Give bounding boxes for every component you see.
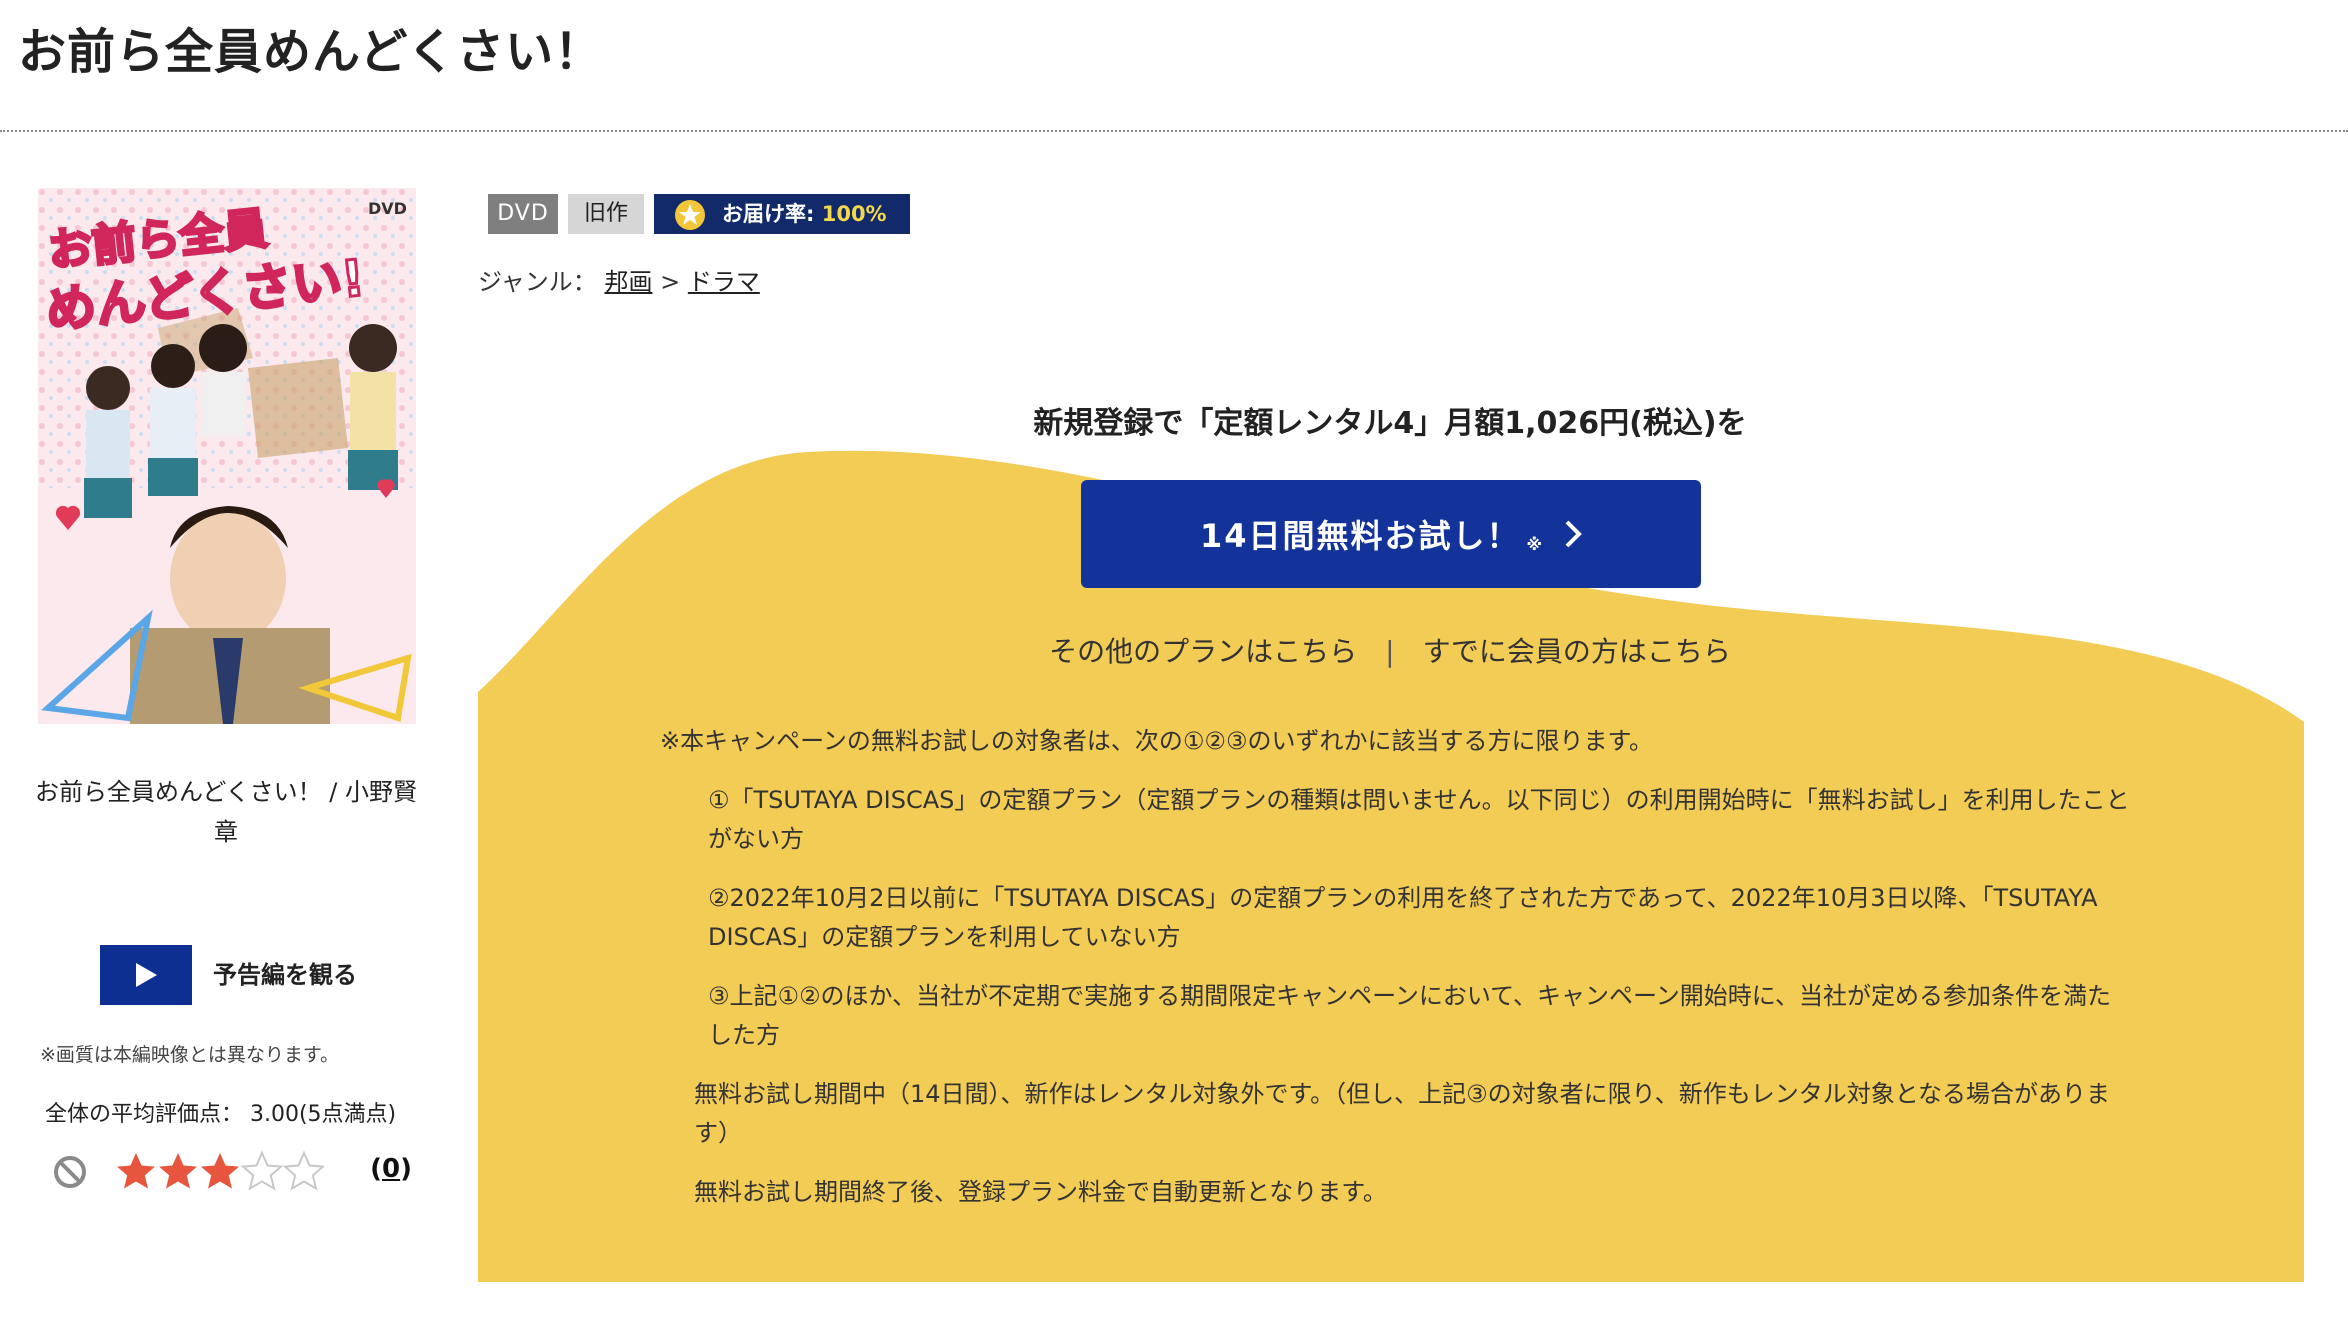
average-rating-text: 全体の平均評価点： 3.00(5点満点) <box>45 1102 397 1127</box>
promo-headline: 新規登録で「定額レンタル4」月額1,026円(税込)を <box>1033 406 1747 441</box>
delivery-rate-badge: お届け率: 100% <box>654 194 910 234</box>
dvd-cover-image[interactable]: お前ら全員 めんどくさい! DVD <box>38 188 416 724</box>
page-title: お前ら全員めんどくさい！ <box>18 24 604 80</box>
note-item-3: ③上記①②のほか、当社が不定期で実施する期間限定キャンペーンにおいて、キャンペー… <box>708 982 2112 1049</box>
existing-member-link[interactable]: すでに会員の方はこちら <box>1423 635 1731 668</box>
star-rating[interactable] <box>114 1150 324 1194</box>
quality-note: ※画質は本編映像とは異なります。 <box>40 1044 340 1066</box>
note-item-2: ②2022年10月2日以前に「TSUTAYA DISCAS」の定額プランの利用を… <box>708 884 2098 951</box>
free-trial-label: 14日間無料お試し！ <box>1199 517 1521 555</box>
genre-breadcrumb: ジャンル： 邦画 > ドラマ <box>478 262 760 297</box>
cover-caption: お前ら全員めんどくさい！ / 小野賢章 <box>35 778 417 846</box>
campaign-notes: ※本キャンペーンの無料お試しの対象者は、次の①②③のいずれかに該当する方に限りま… <box>660 722 2130 1232</box>
note-trial-period: 無料お試し期間中（14日間）、新作はレンタル対象外です。（但し、上記③の対象者に… <box>694 1080 2110 1147</box>
trailer-play-button[interactable] <box>100 945 192 1005</box>
cover-dvd-mark: DVD <box>368 199 407 218</box>
genre-link-drama[interactable]: ドラマ <box>688 268 760 296</box>
review-count-value[interactable]: 0 <box>382 1154 400 1184</box>
star-2-icon <box>159 1153 197 1189</box>
title-divider <box>0 130 2348 132</box>
note-item-1: ①「TSUTAYA DISCAS」の定額プラン（定額プランの種類は問いません。以… <box>708 786 2130 853</box>
genre-separator: > <box>660 268 681 296</box>
notes-heading: ※本キャンペーンの無料お試しの対象者は、次の①②③のいずれかに該当する方に限りま… <box>660 727 1654 755</box>
star-4-icon <box>240 1150 284 1191</box>
free-trial-note-mark: ※ <box>1526 534 1545 554</box>
free-trial-button[interactable]: 14日間無料お試し！ ※ <box>1081 480 1701 588</box>
play-icon <box>136 963 157 987</box>
genre-link-japanese-film[interactable]: 邦画 <box>604 268 652 296</box>
format-badge-dvd: DVD <box>488 194 558 234</box>
star-1-icon <box>117 1153 155 1189</box>
star-3-icon <box>201 1153 239 1189</box>
plan-links: その他のプランはこちら | すでに会員の方はこちら <box>478 630 2302 670</box>
link-separator: | <box>1385 635 1395 668</box>
delivery-rate-label: お届け率: <box>722 202 815 226</box>
star-5-icon <box>282 1150 324 1191</box>
trailer-label[interactable]: 予告編を観る <box>213 955 357 990</box>
medal-star-icon <box>675 200 705 230</box>
genre-label: ジャンル： <box>478 268 597 296</box>
no-rating-icon[interactable] <box>52 1154 88 1190</box>
note-auto-renew: 無料お試し期間終了後、登録プラン料金で自動更新となります。 <box>694 1178 1387 1206</box>
cover-artwork: お前ら全員 めんどくさい! DVD <box>38 188 416 724</box>
old-release-badge: 旧作 <box>568 194 644 234</box>
review-count-link[interactable]: (0) <box>370 1154 412 1184</box>
other-plans-link[interactable]: その他のプランはこちら <box>1049 635 1357 668</box>
delivery-rate-value: 100% <box>821 202 887 226</box>
rating-row: (0) <box>52 1150 412 1198</box>
chevron-right-icon <box>1565 520 1582 548</box>
